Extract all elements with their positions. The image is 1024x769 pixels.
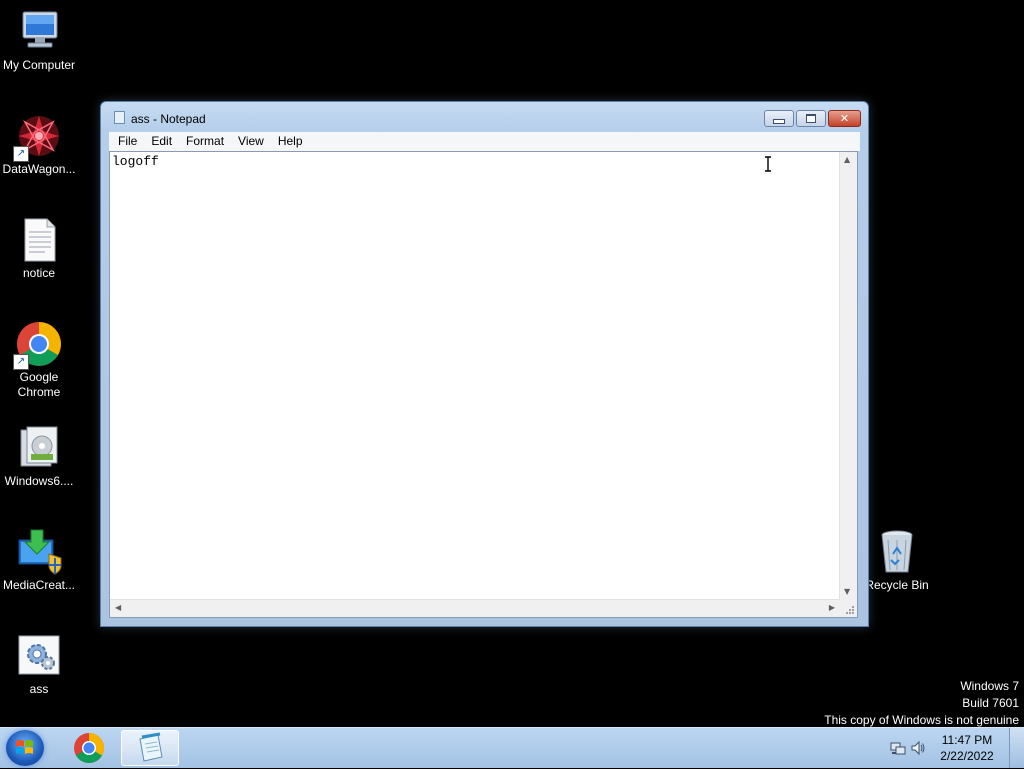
settings-file-icon bbox=[15, 632, 63, 680]
desktop-icon-label: MediaCreat... bbox=[2, 578, 76, 592]
notepad-icon bbox=[139, 732, 163, 762]
scroll-down-arrow-icon[interactable]: ▼ bbox=[844, 588, 850, 596]
desktop-icon-mediacreation[interactable]: MediaCreat... bbox=[1, 528, 77, 593]
watermark-os: Windows 7 bbox=[960, 679, 1019, 693]
taskbar-notepad-button[interactable] bbox=[121, 730, 179, 766]
watermark-build: Build 7601 bbox=[962, 696, 1019, 710]
installer-icon bbox=[15, 424, 63, 472]
desktop-icon-label: My Computer bbox=[2, 58, 76, 72]
notepad-icon bbox=[114, 111, 125, 124]
title-bar[interactable]: ass - Notepad ✕ bbox=[101, 102, 868, 132]
desktop-icon-recycle-bin[interactable]: Recycle Bin bbox=[859, 528, 935, 593]
recycle-bin-icon bbox=[873, 528, 921, 576]
maximize-icon bbox=[797, 111, 825, 126]
computer-icon bbox=[15, 8, 63, 56]
chrome-icon bbox=[74, 733, 105, 764]
desktop-icon-windows6[interactable]: Windows6.... bbox=[1, 424, 77, 489]
text-editor[interactable]: logoff ▲ ▼ ◀ ▶ bbox=[109, 151, 858, 618]
desktop-icon-ass[interactable]: ass bbox=[1, 632, 77, 697]
volume-icon[interactable] bbox=[910, 740, 926, 756]
desktop-icon-label: ass bbox=[29, 682, 49, 696]
vertical-scrollbar[interactable]: ▲ ▼ bbox=[839, 152, 857, 600]
menu-edit[interactable]: Edit bbox=[144, 132, 179, 151]
close-button[interactable]: ✕ bbox=[828, 110, 861, 127]
start-button[interactable] bbox=[6, 730, 44, 766]
media-creation-icon bbox=[15, 528, 63, 576]
desktop-icon-label: DataWagon... bbox=[2, 162, 76, 176]
menu-view[interactable]: View bbox=[231, 132, 271, 151]
menu-file[interactable]: File bbox=[111, 132, 144, 151]
caption-buttons: ✕ bbox=[762, 110, 861, 127]
windows-logo-icon bbox=[16, 740, 33, 754]
desktop-icon-datawagon[interactable]: ↗ DataWagon... bbox=[1, 112, 77, 177]
clock-date: 2/22/2022 bbox=[940, 749, 994, 763]
resize-grip[interactable] bbox=[840, 600, 857, 617]
scroll-left-arrow-icon[interactable]: ◀ bbox=[115, 604, 121, 612]
notepad-window: ass - Notepad ✕ File Edit Format View He… bbox=[100, 101, 869, 627]
desktop-icon-label: Google Chrome bbox=[17, 370, 61, 399]
scroll-up-arrow-icon[interactable]: ▲ bbox=[844, 156, 850, 164]
windows-watermark: Windows 7 Build 7601 This copy of Window… bbox=[824, 678, 1019, 729]
minimize-button[interactable] bbox=[764, 110, 794, 127]
text-cursor-icon bbox=[765, 156, 771, 172]
taskbar-chrome-button[interactable] bbox=[60, 730, 118, 766]
desktop-icon-my-computer[interactable]: My Computer bbox=[1, 8, 77, 73]
scroll-right-arrow-icon[interactable]: ▶ bbox=[829, 604, 835, 612]
menu-help[interactable]: Help bbox=[271, 132, 310, 151]
maximize-button[interactable] bbox=[796, 110, 826, 127]
clock-time: 11:47 PM bbox=[941, 733, 993, 747]
desktop-icon-label: notice bbox=[22, 266, 56, 280]
desktop-icon-notice[interactable]: notice bbox=[1, 216, 77, 281]
shortcut-arrow-icon: ↗ bbox=[13, 354, 29, 370]
taskbar: 11:47 PM 2/22/2022 bbox=[0, 727, 1024, 768]
menu-bar: File Edit Format View Help bbox=[109, 132, 860, 151]
menu-format[interactable]: Format bbox=[179, 132, 231, 151]
datawagon-icon: ↗ bbox=[13, 112, 63, 162]
editor-content[interactable]: logoff bbox=[112, 154, 159, 169]
show-desktop-button[interactable] bbox=[1009, 728, 1024, 768]
minimize-icon bbox=[765, 111, 793, 126]
desktop-icon-google-chrome[interactable]: ↗ Google Chrome bbox=[1, 320, 77, 400]
text-file-icon bbox=[15, 216, 63, 264]
desktop-icon-label: Windows6.... bbox=[4, 474, 74, 488]
resize-grip-icon bbox=[846, 606, 854, 614]
horizontal-scrollbar[interactable]: ◀ ▶ bbox=[110, 599, 840, 617]
system-tray: 11:47 PM 2/22/2022 bbox=[884, 728, 1024, 768]
clock[interactable]: 11:47 PM 2/22/2022 bbox=[932, 732, 1002, 764]
chrome-icon: ↗ bbox=[13, 320, 63, 370]
shortcut-arrow-icon: ↗ bbox=[13, 146, 29, 162]
desktop-icon-label: Recycle Bin bbox=[865, 578, 929, 592]
window-title: ass - Notepad bbox=[131, 112, 206, 126]
close-icon: ✕ bbox=[839, 112, 850, 125]
network-icon[interactable] bbox=[890, 740, 906, 756]
